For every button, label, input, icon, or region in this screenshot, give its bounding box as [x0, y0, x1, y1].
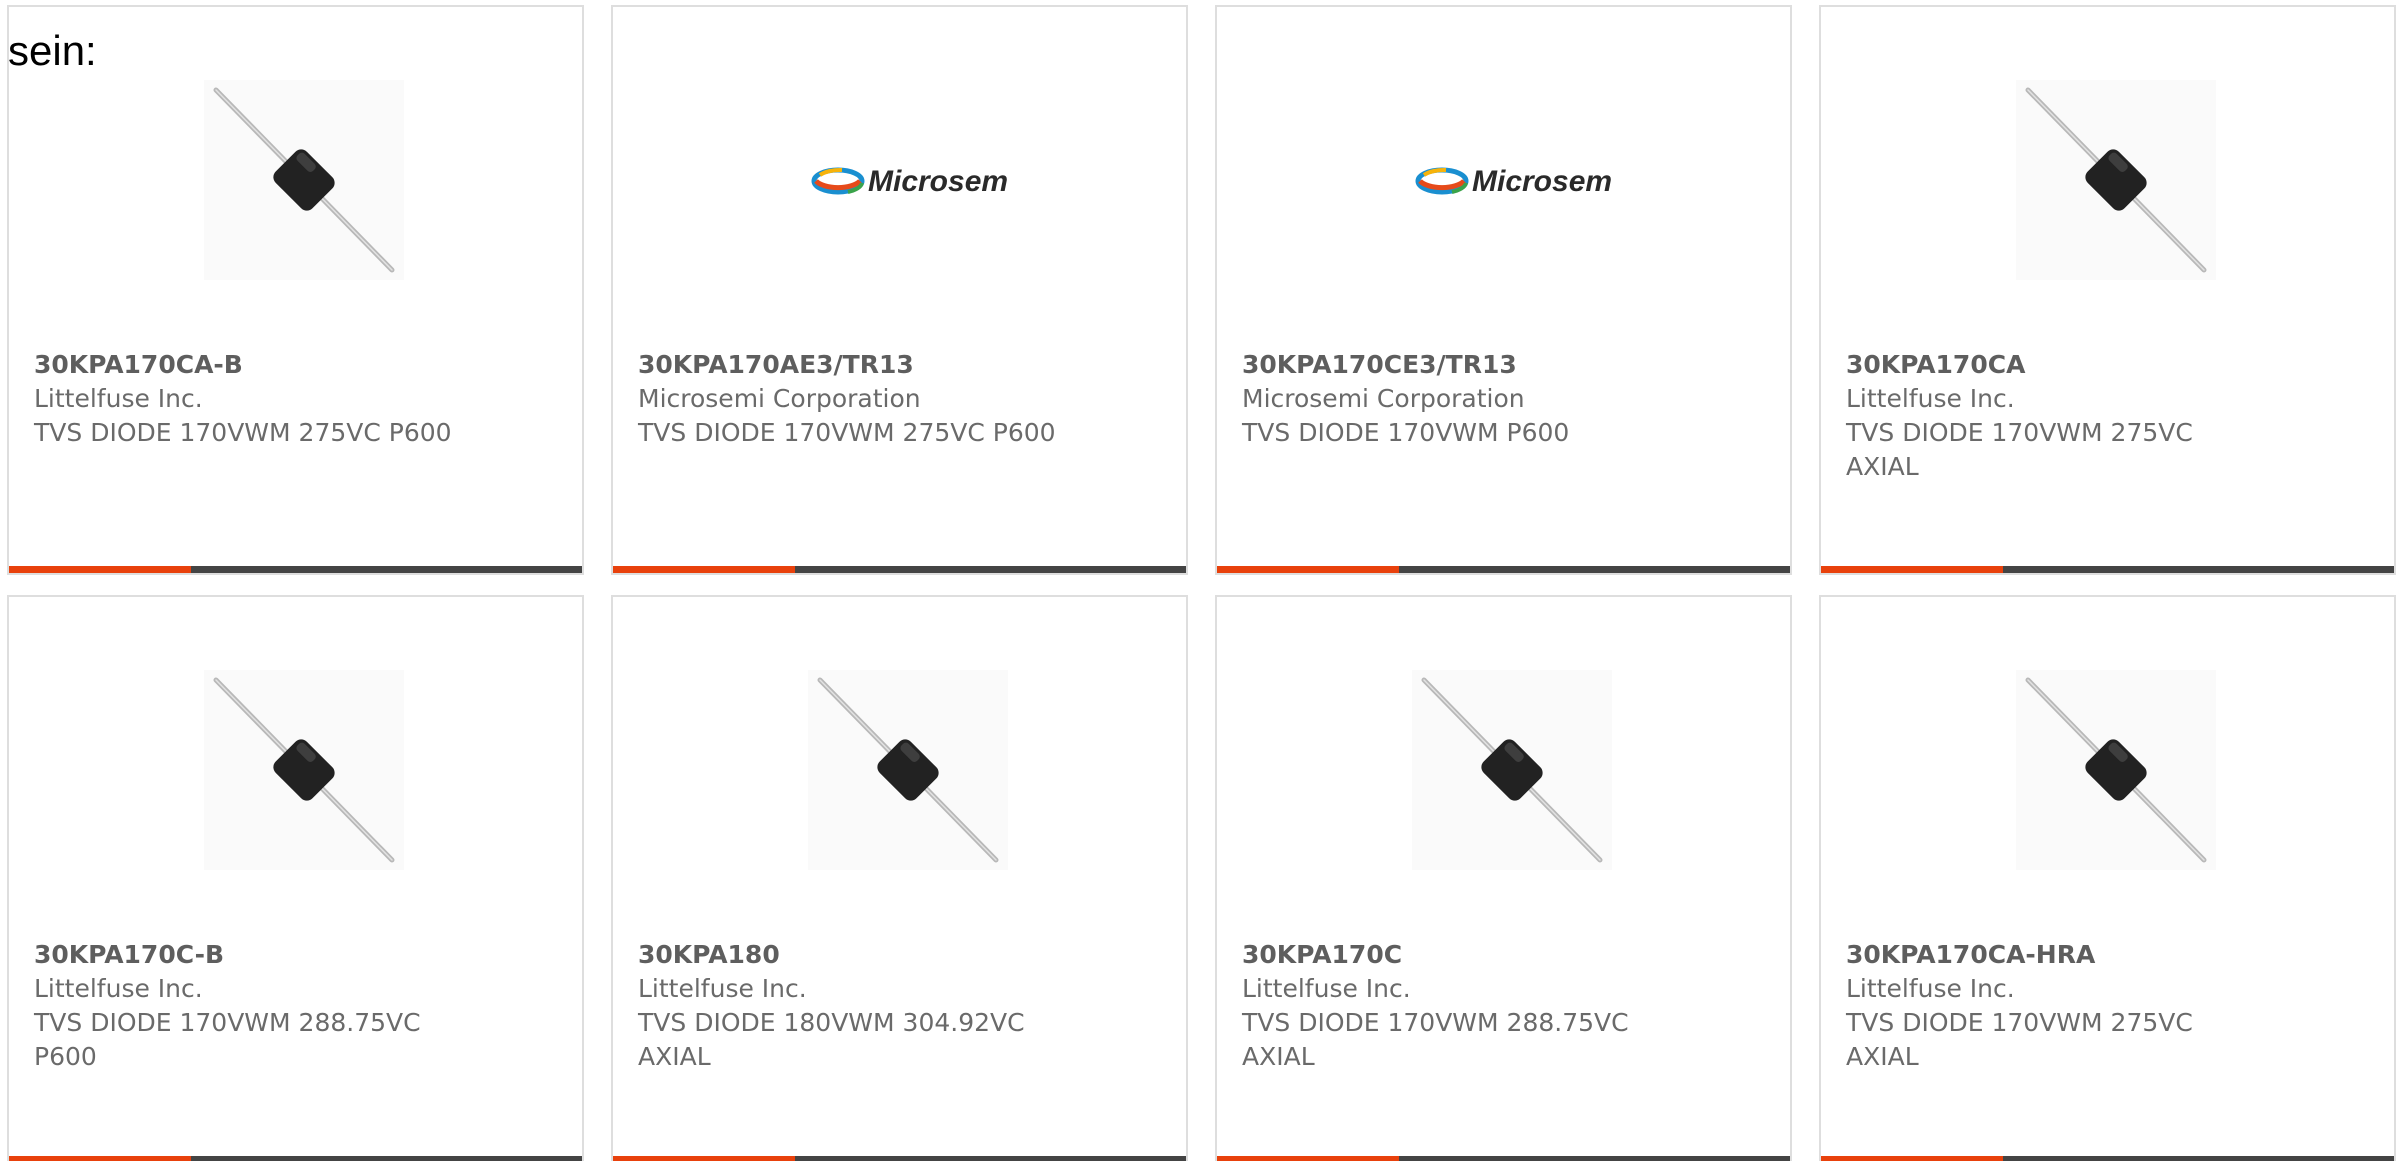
- diode-icon: [808, 670, 1008, 870]
- card-bottom-bar: [613, 1156, 1186, 1161]
- description: TVS DIODE 170VWM 275VC AXIAL: [1846, 418, 2193, 481]
- card-bottom-bar: [9, 1156, 582, 1161]
- part-number-link[interactable]: 30KPA170C: [1242, 938, 1712, 972]
- product-info: 30KPA170C-B Littelfuse Inc. TVS DIODE 17…: [34, 938, 504, 1074]
- product-image[interactable]: Microsemi: [808, 80, 1008, 280]
- part-number-link[interactable]: 30KPA170C-B: [34, 938, 504, 972]
- product-info: 30KPA170CA Littelfuse Inc. TVS DIODE 170…: [1846, 348, 2316, 484]
- manufacturer: Microsemi Corporation: [638, 384, 921, 413]
- part-number-link[interactable]: 30KPA170CA-B: [34, 348, 504, 382]
- description: TVS DIODE 170VWM 275VC AXIAL: [1846, 1008, 2193, 1071]
- card-accent-bar: [1821, 566, 2003, 573]
- card-bottom-bar: [1821, 566, 2394, 573]
- product-info: 30KPA170C Littelfuse Inc. TVS DIODE 170V…: [1242, 938, 1712, 1074]
- product-card[interactable]: Microsemi 30KPA170CE3/TR13 Microsemi Cor…: [1215, 5, 1792, 575]
- card-accent-bar: [9, 1156, 191, 1161]
- card-accent-bar: [9, 566, 191, 573]
- manufacturer: Littelfuse Inc.: [1846, 384, 2015, 413]
- product-card[interactable]: 30KPA170CA-HRA Littelfuse Inc. TVS DIODE…: [1819, 595, 2396, 1161]
- product-card[interactable]: Microsemi 30KPA170AE3/TR13 Microsemi Cor…: [611, 5, 1188, 575]
- product-card[interactable]: 30KPA170C Littelfuse Inc. TVS DIODE 170V…: [1215, 595, 1792, 1161]
- product-image[interactable]: [808, 670, 1008, 870]
- description: TVS DIODE 180VWM 304.92VC AXIAL: [638, 1008, 1025, 1071]
- product-image[interactable]: [204, 670, 404, 870]
- svg-text:Microsemi: Microsemi: [1472, 165, 1612, 198]
- description: TVS DIODE 170VWM 275VC P600: [34, 418, 452, 447]
- product-image[interactable]: [204, 80, 404, 280]
- product-card[interactable]: 30KPA170C-B Littelfuse Inc. TVS DIODE 17…: [7, 595, 584, 1161]
- product-card[interactable]: 30KPA170CA Littelfuse Inc. TVS DIODE 170…: [1819, 5, 2396, 575]
- product-image[interactable]: [1412, 670, 1612, 870]
- manufacturer: Littelfuse Inc.: [34, 974, 203, 1003]
- card-accent-bar: [613, 1156, 795, 1161]
- product-info: 30KPA170CA-HRA Littelfuse Inc. TVS DIODE…: [1846, 938, 2316, 1074]
- card-accent-bar: [1821, 1156, 2003, 1161]
- card-accent-bar: [613, 566, 795, 573]
- product-info: 30KPA180 Littelfuse Inc. TVS DIODE 180VW…: [638, 938, 1108, 1074]
- product-image[interactable]: Microsemi: [1412, 80, 1612, 280]
- manufacturer: Littelfuse Inc.: [638, 974, 807, 1003]
- description: TVS DIODE 170VWM 288.75VC P600: [34, 1008, 421, 1071]
- product-info: 30KPA170CE3/TR13 Microsemi Corporation T…: [1242, 348, 1712, 450]
- diode-icon: [2016, 670, 2216, 870]
- product-card[interactable]: 30KPA180 Littelfuse Inc. TVS DIODE 180VW…: [611, 595, 1188, 1161]
- description: TVS DIODE 170VWM 275VC P600: [638, 418, 1056, 447]
- part-number-link[interactable]: 30KPA170CA-HRA: [1846, 938, 2316, 972]
- product-image[interactable]: [2016, 670, 2216, 870]
- product-image[interactable]: [2016, 80, 2216, 280]
- description: TVS DIODE 170VWM 288.75VC AXIAL: [1242, 1008, 1629, 1071]
- manufacturer: Microsemi Corporation: [1242, 384, 1525, 413]
- product-info: 30KPA170AE3/TR13 Microsemi Corporation T…: [638, 348, 1108, 450]
- diode-icon: [204, 670, 404, 870]
- card-accent-bar: [1217, 1156, 1399, 1161]
- part-number-link[interactable]: 30KPA170CA: [1846, 348, 2316, 382]
- diode-icon: [1412, 670, 1612, 870]
- card-bottom-bar: [1821, 1156, 2394, 1161]
- card-bottom-bar: [1217, 1156, 1790, 1161]
- card-bottom-bar: [613, 566, 1186, 573]
- part-number-link[interactable]: 30KPA170CE3/TR13: [1242, 348, 1712, 382]
- description: TVS DIODE 170VWM P600: [1242, 418, 1570, 447]
- intro-text: sein:: [8, 27, 97, 74]
- microsemi-logo-icon: Microsemi: [811, 165, 1008, 198]
- diode-icon: [204, 80, 404, 280]
- product-info: 30KPA170CA-B Littelfuse Inc. TVS DIODE 1…: [34, 348, 504, 450]
- manufacturer: Littelfuse Inc.: [1242, 974, 1411, 1003]
- part-number-link[interactable]: 30KPA180: [638, 938, 1108, 972]
- product-card[interactable]: 30KPA170CA-B Littelfuse Inc. TVS DIODE 1…: [7, 5, 584, 575]
- manufacturer: Littelfuse Inc.: [1846, 974, 2015, 1003]
- diode-icon: [2016, 80, 2216, 280]
- part-number-link[interactable]: 30KPA170AE3/TR13: [638, 348, 1108, 382]
- card-bottom-bar: [9, 566, 582, 573]
- microsemi-logo-icon: Microsemi: [1415, 165, 1612, 198]
- svg-text:Microsemi: Microsemi: [868, 165, 1008, 198]
- manufacturer: Littelfuse Inc.: [34, 384, 203, 413]
- card-bottom-bar: [1217, 566, 1790, 573]
- card-accent-bar: [1217, 566, 1399, 573]
